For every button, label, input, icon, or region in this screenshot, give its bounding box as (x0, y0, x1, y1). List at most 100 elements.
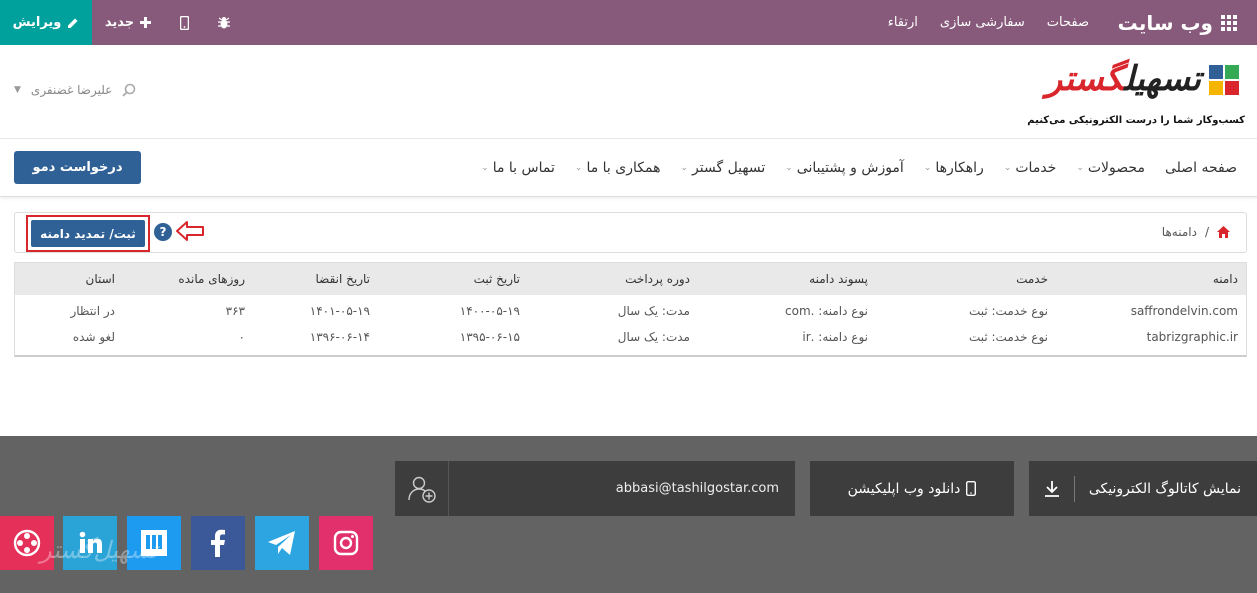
user-menu[interactable]: ▼ علیرضا غضنفری (14, 83, 136, 97)
nav-solutions[interactable]: راهکارها ⌄ (924, 160, 984, 176)
email-field[interactable]: abbasi@tashilgostar.com (449, 481, 795, 496)
new-label: جدید (104, 15, 135, 30)
status: لغو شده (72, 330, 115, 344)
column-header: پسوند دامنه (809, 272, 868, 286)
domain-name: tabrizgraphic.ir (1146, 330, 1238, 344)
facebook-icon (211, 529, 225, 557)
domain-extension: نوع دامنه: .com (785, 304, 868, 318)
register-date: ۱۴۰۰-۰۵-۱۹ (459, 304, 520, 318)
add-user-icon (407, 476, 436, 503)
nav-cooperation[interactable]: همکاری با ما ⌄ (575, 160, 661, 176)
days-left: ۳۶۳ (225, 304, 245, 318)
expire-date: ۱۴۰۱-۰۵-۱۹ (309, 304, 370, 318)
arrow-left-icon (176, 221, 204, 241)
service-type: نوع خدمت: ثبت (968, 304, 1048, 318)
mobile-icon (179, 15, 189, 30)
logo-text: تسهیلگستر (1045, 59, 1201, 99)
register-highlight: ثبت/ تمدید دامنه (26, 215, 150, 252)
instagram-button[interactable] (319, 516, 373, 570)
apps-grid-icon (1221, 14, 1237, 31)
mobile-preview-button[interactable] (164, 0, 204, 45)
table-row[interactable]: saffrondelvin.com نوع خدمت: ثبت نوع دامن… (15, 295, 1246, 323)
main-navigation: صفحه اصلی محصولات ⌄ خدمات ⌄ راهکارها ⌄ آموز… (0, 139, 1257, 197)
chevron-down-icon: ⌄ (923, 163, 932, 173)
register-renew-domain-button[interactable]: ثبت/ تمدید دامنه (31, 220, 145, 247)
chevron-down-icon: ▼ (14, 85, 21, 95)
column-header: خدمت (1016, 272, 1048, 286)
edit-button[interactable]: ویرایش (0, 0, 92, 45)
menu-customize[interactable]: سفارشی سازی (940, 15, 1025, 30)
chevron-down-icon: ⌄ (1076, 163, 1084, 173)
nav-contact[interactable]: تماس با ما ⌄ (481, 160, 555, 176)
payment-period: مدت: یک سال (617, 304, 690, 318)
column-header: دوره پرداخت (625, 272, 690, 286)
menu-pages[interactable]: صفحات (1047, 15, 1089, 30)
home-icon[interactable] (1217, 226, 1230, 238)
column-header: استان (85, 272, 115, 286)
domain-extension: نوع دامنه: .ir (802, 330, 868, 344)
plus-icon (140, 17, 152, 28)
payment-period: مدت: یک سال (617, 330, 690, 344)
logo-tagline: کسب‌وکار شما را درست الکترونیکی می‌کنیم (1027, 115, 1245, 126)
breadcrumb-separator: / (1204, 225, 1209, 239)
download-icon (1044, 480, 1059, 497)
nav-home[interactable]: صفحه اصلی (1165, 160, 1237, 176)
nav-tashil-gostar[interactable]: تسهیل گستر ⌄ (680, 160, 765, 176)
divider (1073, 475, 1075, 502)
catalog-label: نمایش کاتالوگ الکترونیکی (1088, 480, 1241, 497)
user-name: علیرضا غضنفری (30, 83, 113, 97)
website-title: وب سایت (1117, 10, 1213, 35)
column-header: روزهای مانده (178, 272, 245, 286)
domain-name: saffrondelvin.com (1130, 304, 1238, 318)
instagram-icon (333, 530, 359, 556)
breadcrumb-current: دامنه‌ها (1161, 225, 1197, 239)
status: در انتظار (70, 304, 115, 318)
chevron-down-icon: ⌄ (1003, 163, 1012, 173)
column-header: دامنه (1212, 272, 1238, 286)
nav-training-support[interactable]: آموزش و پشتیبانی ⌄ (785, 160, 904, 176)
admin-topbar: وب سایت صفحات سفارشی سازی ارتقاء ویرایش … (0, 0, 1257, 45)
search-icon[interactable] (122, 83, 136, 97)
site-header: تسهیلگستر کسب‌وکار شما را درست الکترونیک… (0, 45, 1257, 139)
site-footer: نمایش کاتالوگ الکترونیکی دانلود وب اپلیک… (0, 436, 1257, 593)
website-menu[interactable]: وب سایت (1118, 0, 1237, 45)
nav-services[interactable]: خدمات ⌄ (1004, 160, 1057, 176)
site-logo[interactable]: تسهیلگستر کسب‌وکار شما را درست الکترونیک… (1027, 57, 1247, 129)
chevron-down-icon: ⌄ (680, 163, 689, 173)
newsletter-box: abbasi@tashilgostar.com (395, 461, 795, 516)
download-webapp-button[interactable]: دانلود وب اپلیکیشن (810, 461, 1014, 516)
table-header-row: دامنه خدمت پسوند دامنه دوره پرداخت تاریخ… (15, 263, 1246, 295)
debug-button[interactable] (204, 0, 244, 45)
new-button[interactable]: جدید (92, 0, 164, 45)
film-icon (13, 529, 41, 557)
add-user-button[interactable] (395, 461, 449, 516)
bug-icon (218, 16, 230, 28)
breadcrumb: / دامنه‌ها (1162, 225, 1230, 239)
request-demo-button[interactable]: درخواست دمو (14, 151, 141, 184)
mobile-icon (966, 481, 977, 496)
footer-watermark: تسهیل‌گستر (40, 536, 158, 564)
pencil-icon (68, 18, 78, 28)
admin-menu: صفحات سفارشی سازی ارتقاء (888, 0, 1089, 45)
chevron-down-icon: ⌄ (574, 163, 583, 173)
column-header: تاریخ انقضا (315, 272, 371, 286)
nav-products[interactable]: محصولات ⌄ (1076, 160, 1145, 176)
telegram-button[interactable] (255, 516, 309, 570)
chevron-down-icon: ⌄ (481, 163, 489, 173)
help-icon[interactable]: ? (154, 223, 172, 241)
days-left: ۰ (238, 330, 245, 344)
table-row[interactable]: tabrizgraphic.ir نوع خدمت: ثبت نوع دامنه… (15, 323, 1246, 351)
menu-upgrade[interactable]: ارتقاء (888, 15, 918, 30)
webapp-label: دانلود وب اپلیکیشن (847, 480, 961, 497)
column-header: تاریخ ثبت (473, 272, 520, 286)
telegram-icon (268, 531, 295, 555)
chevron-down-icon: ⌄ (785, 163, 793, 173)
breadcrumb-bar: / دامنه‌ها ثبت/ تمدید دامنه ? (14, 212, 1247, 253)
edit-label: ویرایش (12, 15, 62, 30)
catalog-button[interactable]: نمایش کاتالوگ الکترونیکی (1029, 461, 1257, 516)
logo-mark-icon (1209, 65, 1239, 95)
domains-table: دامنه خدمت پسوند دامنه دوره پرداخت تاریخ… (14, 262, 1247, 357)
register-date: ۱۳۹۵-۰۶-۱۵ (459, 330, 520, 344)
service-type: نوع خدمت: ثبت (968, 330, 1048, 344)
facebook-button[interactable] (191, 516, 245, 570)
